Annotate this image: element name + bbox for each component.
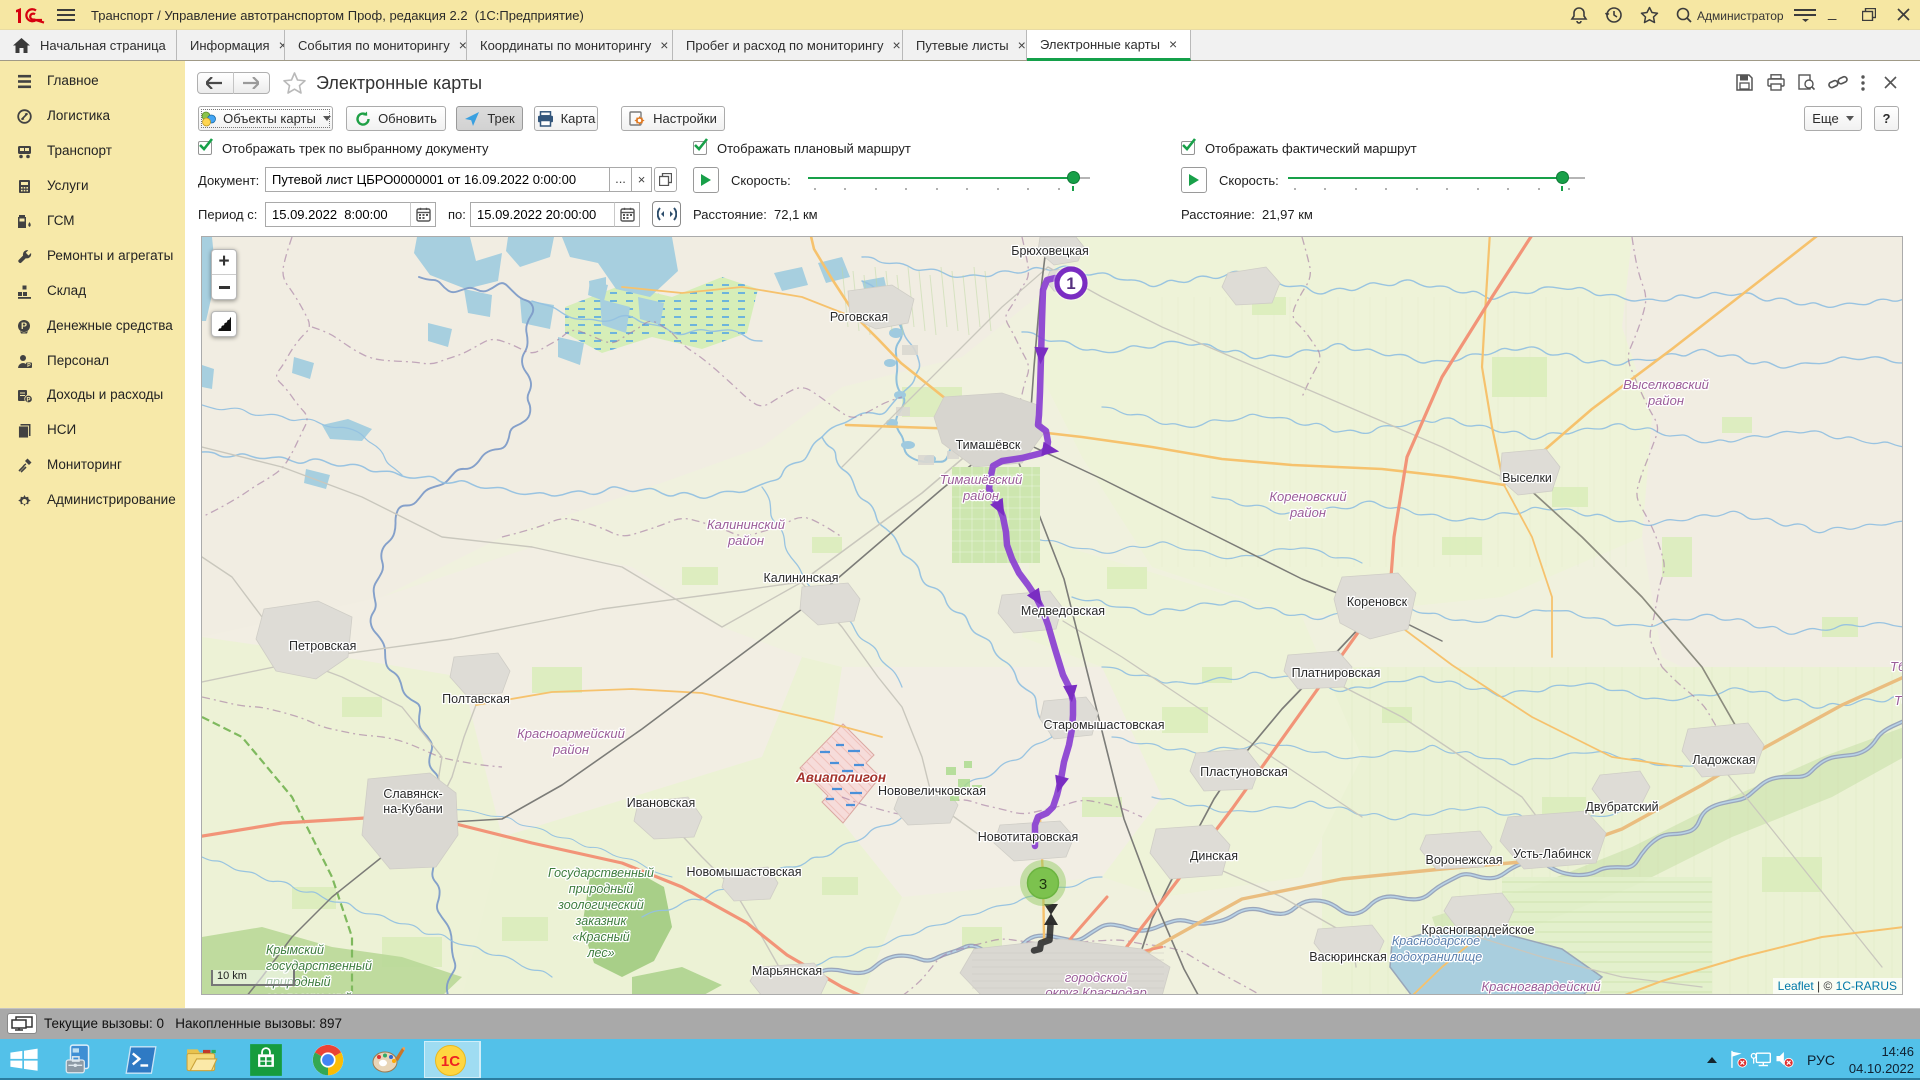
svg-text:Тб: Тб <box>1894 693 1903 708</box>
svg-text:Р: Р <box>27 363 31 369</box>
svg-text:район: район <box>552 742 589 757</box>
svg-text:Старомышастовская: Старомышастовская <box>1043 718 1164 732</box>
svg-text:Кореновск: Кореновск <box>1347 595 1408 609</box>
svg-text:Платнировская: Платнировская <box>1292 666 1381 680</box>
svg-text:Марьянская: Марьянская <box>752 964 822 978</box>
svg-text:городской: городской <box>1065 970 1127 985</box>
svg-text:природный: природный <box>569 882 634 896</box>
svg-text:Новомышастовская: Новомышастовская <box>687 865 802 879</box>
svg-text:округ Краснодар: округ Краснодар <box>1045 985 1146 995</box>
svg-text:Тимашёвский: Тимашёвский <box>940 472 1023 487</box>
svg-text:Нововеличковская: Нововеличковская <box>878 784 986 798</box>
svg-text:3: 3 <box>1039 876 1047 893</box>
svg-text:Тимашёвск: Тимашёвск <box>956 438 1021 452</box>
svg-text:Кореновский: Кореновский <box>1269 489 1346 504</box>
svg-text:район: район <box>1647 393 1684 408</box>
svg-text:Двубратский: Двубратский <box>1585 800 1658 814</box>
svg-text:Васюринская: Васюринская <box>1309 950 1386 964</box>
svg-text:Ивановская: Ивановская <box>627 796 696 810</box>
svg-text:район: район <box>962 488 999 503</box>
svg-text:Пластуновская: Пластуновская <box>1200 765 1288 779</box>
svg-text:Полтавская: Полтавская <box>442 692 510 706</box>
svg-text:Динская: Динская <box>1190 849 1238 863</box>
svg-text:1: 1 <box>1066 274 1075 293</box>
svg-text:Усть-Лабинск: Усть-Лабинск <box>1513 847 1591 861</box>
svg-text:Авиаполигон: Авиаполигон <box>795 770 886 785</box>
svg-text:Медведовская: Медведовская <box>1021 604 1105 618</box>
svg-text:Брюховецкая: Брюховецкая <box>1011 244 1089 258</box>
svg-text:зоологический: зоологический <box>557 898 644 912</box>
svg-text:Калининская: Калининская <box>763 571 838 585</box>
svg-text:Петровская: Петровская <box>289 639 356 653</box>
svg-text:на-Кубани: на-Кубани <box>383 802 442 816</box>
svg-text:Воронежская: Воронежская <box>1426 853 1503 867</box>
svg-text:Р: Р <box>21 321 27 331</box>
svg-text:Тбилисский: Тбилисский <box>1890 659 1903 674</box>
svg-text:район: район <box>727 533 764 548</box>
svg-text:лес»: лес» <box>586 946 614 960</box>
svg-text:«Красный: «Красный <box>572 930 630 944</box>
svg-text:Славянск-: Славянск- <box>383 787 442 801</box>
svg-text:водохранилище: водохранилище <box>1390 950 1482 964</box>
svg-text:1С: 1С <box>441 1053 460 1070</box>
svg-text:Красногвардейский: Красногвардейский <box>1481 979 1600 994</box>
svg-text:Калининский: Калининский <box>707 517 785 532</box>
svg-text:район: район <box>1289 505 1326 520</box>
svg-text:Выселки: Выселки <box>1502 471 1552 485</box>
svg-text:Новотитаровская: Новотитаровская <box>978 830 1079 844</box>
svg-text:Роговская: Роговская <box>830 310 888 324</box>
svg-text:Крымский: Крымский <box>266 943 324 957</box>
svg-text:Краснодарское: Краснодарское <box>1392 934 1480 948</box>
svg-text:Выселковский: Выселковский <box>1623 377 1709 392</box>
svg-text:заказник: заказник <box>575 914 628 928</box>
svg-text:Р: Р <box>26 397 30 403</box>
svg-text:зоологический: зоологический <box>265 991 352 995</box>
svg-text:Государственный: Государственный <box>548 866 654 880</box>
svg-text:Ладожская: Ладожская <box>1692 753 1755 767</box>
svg-text:Красноармейский: Красноармейский <box>517 726 625 741</box>
